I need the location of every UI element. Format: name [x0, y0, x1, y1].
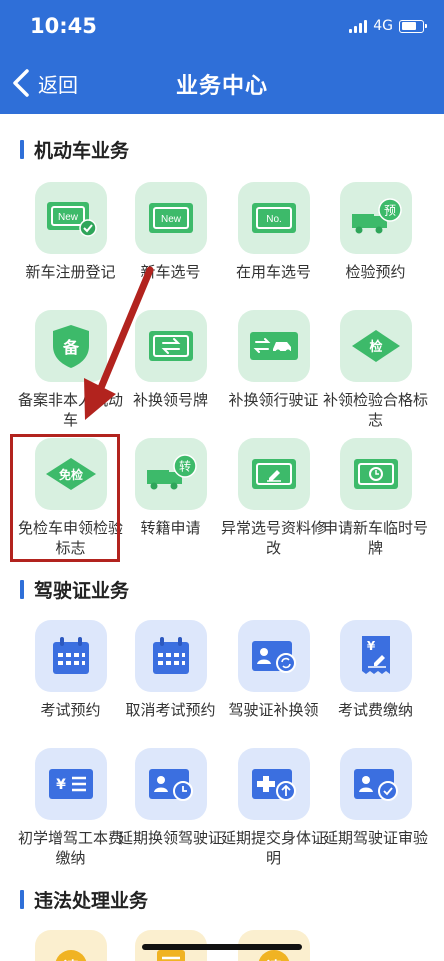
service-abnormal-number-edit[interactable]: 异常选号资料修改: [218, 438, 329, 558]
shield-record-icon: 备: [34, 310, 107, 382]
license-exchange-icon: [237, 620, 310, 692]
svg-text:免检: 免检: [58, 467, 82, 482]
service-violation-1[interactable]: 违: [15, 930, 126, 961]
service-label: 新车选号: [140, 263, 201, 281]
service-record-non-owner-vehicle[interactable]: 备 备案非本人机动车: [15, 310, 126, 430]
license-clock-icon: [134, 748, 207, 820]
car-exchange-icon: [237, 310, 310, 382]
svg-text:New: New: [160, 214, 181, 225]
home-indicator[interactable]: [142, 944, 302, 950]
exempt-inspection-icon: 免检: [34, 438, 107, 510]
status-icons: 4G: [349, 18, 427, 34]
service-label: 补换领号牌: [132, 391, 208, 409]
service-label: 异常选号资料修改: [221, 519, 327, 557]
signal-icon: [349, 19, 368, 33]
new-plate-icon: New: [134, 182, 207, 254]
edit-document-icon: [237, 438, 310, 510]
svg-text:¥: ¥: [56, 777, 66, 793]
status-time: 10:45: [30, 14, 97, 38]
service-replace-plate[interactable]: 补换领号牌: [115, 310, 226, 410]
truck-reserve-icon: 预: [339, 182, 412, 254]
section-title-violation: 违法处理业务: [20, 886, 148, 913]
service-label: 延期换领驾驶证: [118, 829, 224, 847]
svg-text:New: New: [57, 212, 78, 223]
service-label: 初学增驾工本费缴纳: [18, 829, 124, 867]
service-label: 驾驶证补换领: [228, 701, 319, 719]
service-label: 免检车申领检验标志: [18, 519, 124, 557]
medical-upload-icon: [237, 748, 310, 820]
nav-bar: 返回 业务中心: [0, 52, 444, 114]
main-content: 机动车业务 New 新车注册登记 New 新车选号 No. 在用车选号 预 检验…: [0, 114, 444, 961]
service-delay-license-review[interactable]: 延期驾驶证审验: [320, 748, 431, 848]
service-transfer-application[interactable]: 转 转籍申请: [115, 438, 226, 538]
service-label: 备案非本人机动车: [18, 391, 124, 429]
fee-receipt-icon: ¥: [339, 620, 412, 692]
page-title: 业务中心: [175, 74, 268, 99]
service-label: 转籍申请: [140, 519, 201, 537]
inspection-mark-icon: 检: [339, 310, 412, 382]
service-delay-medical-certificate[interactable]: 延期提交身体证明: [218, 748, 329, 868]
svg-text:检: 检: [369, 339, 382, 355]
service-label: 延期提交身体证明: [221, 829, 327, 867]
service-label: 取消考试预约: [125, 701, 216, 719]
status-bar: 10:45 4G: [0, 0, 444, 52]
plate-exchange-icon: [134, 310, 207, 382]
service-label: 延期驾驶证审验: [323, 829, 429, 847]
temporary-plate-icon: [339, 438, 412, 510]
service-temporary-plate[interactable]: 申请新车临时号牌: [320, 438, 431, 558]
svg-text:¥: ¥: [366, 639, 375, 653]
svg-text:预: 预: [383, 204, 395, 218]
section-title-vehicle: 机动车业务: [20, 136, 129, 163]
new-plate-check-icon: New: [34, 182, 107, 254]
calendar-cancel-icon: [134, 620, 207, 692]
service-inspection-appointment[interactable]: 预 检验预约: [320, 182, 431, 282]
service-label: 补换领行驶证: [228, 391, 319, 409]
number-plate-icon: No.: [237, 182, 310, 254]
service-label: 申请新车临时号牌: [323, 519, 429, 557]
service-exam-appointment[interactable]: 考试预约: [15, 620, 126, 720]
service-new-car-number[interactable]: New 新车选号: [115, 182, 226, 282]
service-beginner-additional-fee[interactable]: ¥ 初学增驾工本费缴纳: [15, 748, 126, 868]
service-label: 在用车选号: [235, 263, 311, 281]
service-cancel-exam-appointment[interactable]: 取消考试预约: [115, 620, 226, 720]
service-exam-fee[interactable]: ¥ 考试费缴纳: [320, 620, 431, 720]
service-label: 补领检验合格标志: [323, 391, 429, 429]
service-label: 新车注册登记: [25, 263, 116, 281]
service-replace-inspection-mark[interactable]: 检 补领检验合格标志: [320, 310, 431, 430]
svg-text:No.: No.: [266, 214, 282, 225]
license-verify-icon: [339, 748, 412, 820]
svg-text:转: 转: [178, 459, 190, 474]
battery-icon: [399, 19, 427, 33]
service-replace-driving-permit[interactable]: 补换领行驶证: [218, 310, 329, 410]
service-label: 检验预约: [345, 263, 406, 281]
service-license-replacement[interactable]: 驾驶证补换领: [218, 620, 329, 720]
service-label: 考试预约: [40, 701, 101, 719]
service-new-car-registration[interactable]: New 新车注册登记: [15, 182, 126, 282]
violation-icon: 违: [34, 930, 107, 961]
service-used-car-number[interactable]: No. 在用车选号: [218, 182, 329, 282]
svg-text:备: 备: [61, 338, 79, 357]
yuan-list-icon: ¥: [34, 748, 107, 820]
service-delay-license-renewal[interactable]: 延期换领驾驶证: [115, 748, 226, 848]
network-type: 4G: [373, 18, 393, 34]
calendar-icon: [34, 620, 107, 692]
service-exempt-inspection-mark[interactable]: 免检 免检车申领检验标志: [15, 438, 126, 558]
truck-transfer-icon: 转: [134, 438, 207, 510]
service-label: 考试费缴纳: [337, 701, 413, 719]
section-title-license: 驾驶证业务: [20, 576, 129, 603]
